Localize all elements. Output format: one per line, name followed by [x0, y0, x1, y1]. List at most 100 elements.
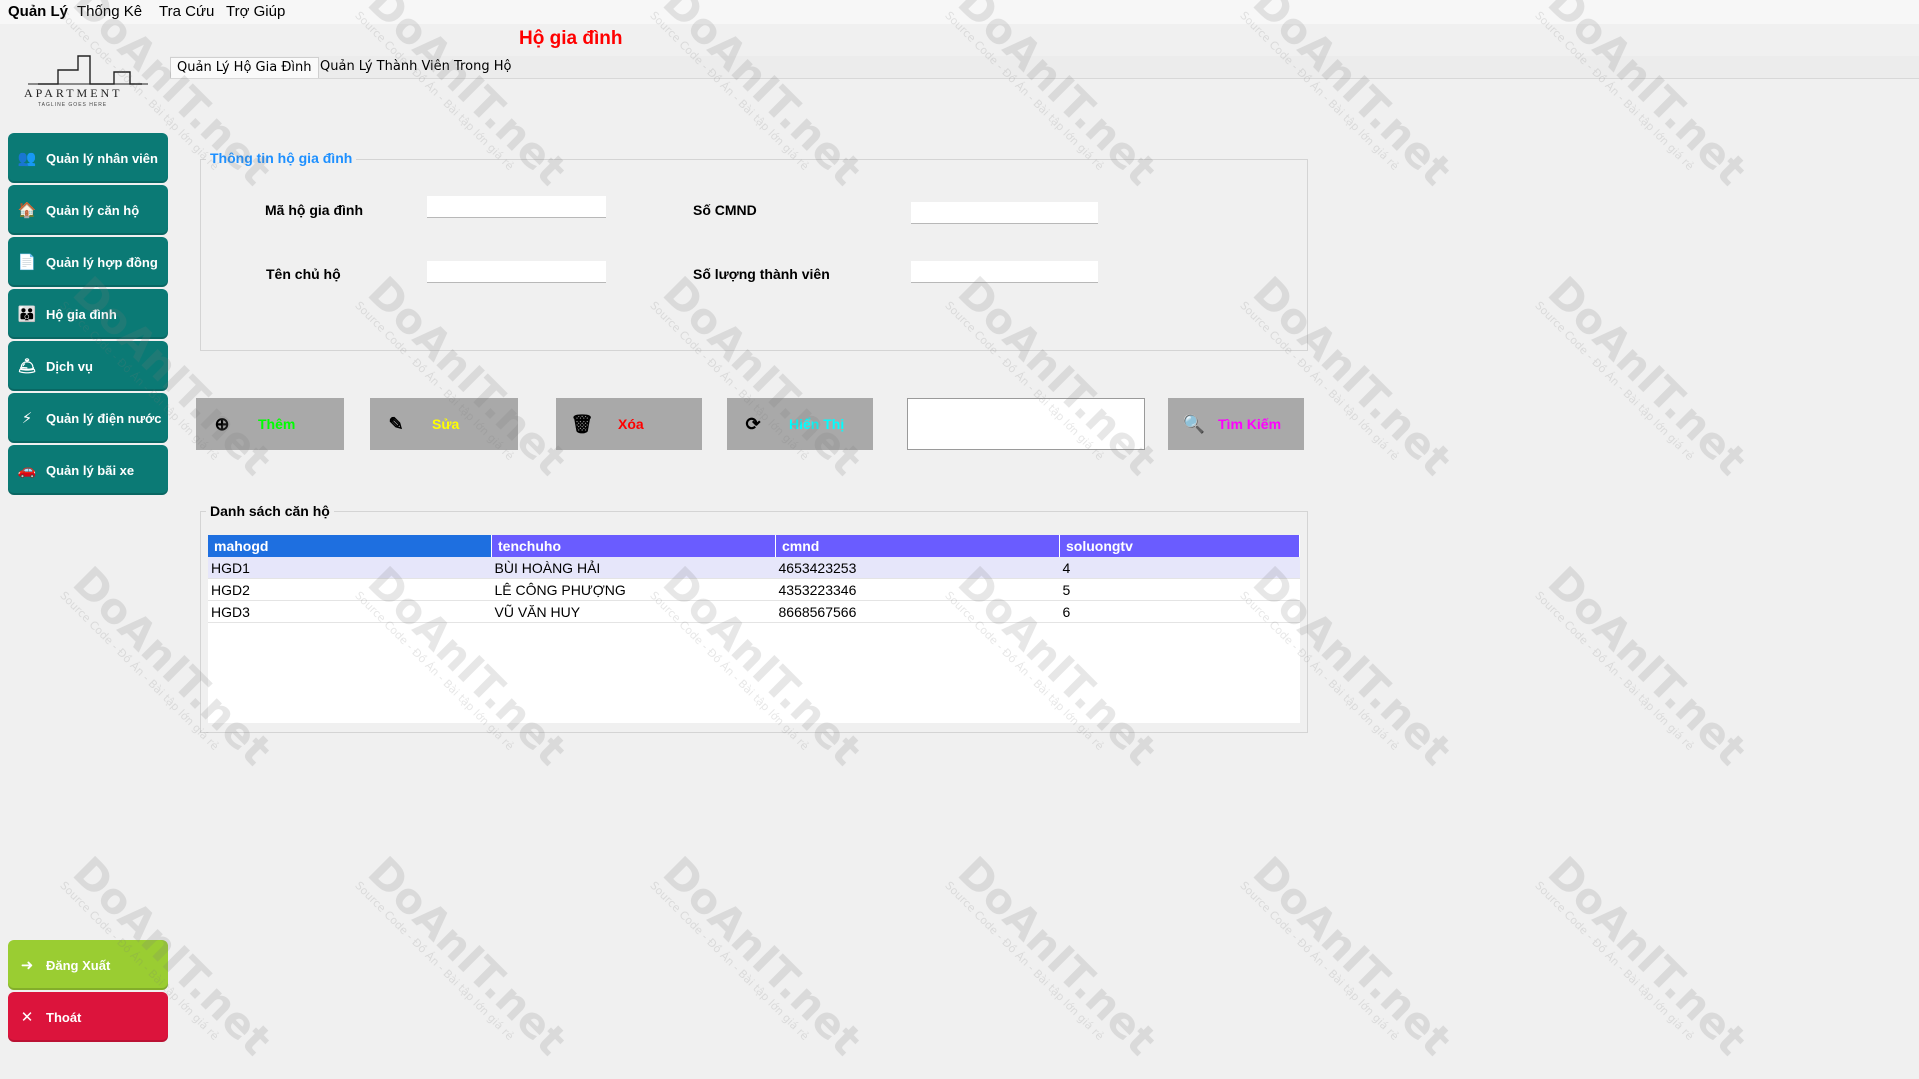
- tab-quan-ly-ho-gia-dinh[interactable]: Quản Lý Hộ Gia Đình: [170, 57, 319, 78]
- watermark-text: DoAnIT.net: [1538, 847, 1757, 1065]
- show-label: Hiển Thị: [789, 416, 845, 432]
- cell-soluongtv: 4: [1059, 557, 1300, 579]
- column-header-cmnd[interactable]: cmnd: [775, 535, 1060, 557]
- watermark-subtext: Source Code - Đồ Án - Bài tập lớn giá rẻ: [1532, 878, 1697, 1043]
- watermark-text: DoAnIT.net: [1538, 557, 1757, 775]
- watermark-subtext: Source Code - Đồ Án - Bài tập lớn giá rẻ: [942, 878, 1107, 1043]
- watermark-subtext: Source Code - Đồ Án - Bài tập lớn giá rẻ: [1532, 8, 1697, 173]
- sidebar-item-nhan-vien[interactable]: 👥 Quản lý nhân viên: [8, 133, 168, 183]
- watermark: DoAnIT.netSource Code - Đồ Án - Bài tập …: [1532, 557, 1756, 781]
- cell-mahogd: HGD2: [208, 578, 492, 601]
- utility-icon: ⚡: [21, 410, 33, 427]
- plus-circle-icon: ⊕: [214, 413, 230, 434]
- watermark: DoAnIT.netSource Code - Đồ Án - Bài tập …: [1237, 847, 1461, 1071]
- search-icon: 🔍: [1182, 413, 1206, 434]
- household-data-grid[interactable]: mahogd tenchuho cmnd soluongtv HGD1 BÙI …: [208, 535, 1300, 723]
- logo-tagline: TAGLINE GOES HERE: [38, 102, 108, 108]
- cmnd-label: Số CMND: [693, 202, 757, 218]
- sidebar-item-ho-gia-dinh[interactable]: 👪 Hộ gia đình: [8, 289, 168, 339]
- watermark: DoAnIT.netSource Code - Đồ Án - Bài tập …: [1532, 267, 1756, 491]
- watermark: DoAnIT.netSource Code - Đồ Án - Bài tập …: [647, 847, 871, 1071]
- cell-mahogd: HGD3: [208, 600, 492, 623]
- sidebar-item-label: Quản lý hợp đồng: [46, 254, 158, 270]
- watermark-text: DoAnIT.net: [948, 847, 1167, 1065]
- table-row[interactable]: HGD3 VŨ VĂN HUY 8668567566 6: [208, 600, 1300, 623]
- table-row[interactable]: HGD1 BÙI HOÀNG HẢI 4653423253 4: [208, 557, 1300, 579]
- tab-quan-ly-thanh-vien[interactable]: Quản Lý Thành Viên Trong Hộ: [314, 57, 517, 77]
- table-row[interactable]: HGD2 LÊ CÔNG PHƯỢNG 4353223346 5: [208, 578, 1300, 601]
- delete-button[interactable]: 🗑 Xóa: [556, 398, 702, 450]
- cell-soluongtv: 6: [1059, 600, 1300, 623]
- table-row-empty: [208, 623, 1300, 645]
- column-header-mahogd[interactable]: mahogd: [208, 535, 492, 557]
- watermark-subtext: Source Code - Đồ Án - Bài tập lớn giá rẻ: [647, 878, 812, 1043]
- sidebar-item-dich-vu[interactable]: 🛎 Dịch vụ: [8, 341, 168, 391]
- apartment-logo: APARTMENT TAGLINE GOES HERE: [18, 50, 158, 112]
- trash-icon: 🗑: [570, 413, 594, 434]
- sidebar-item-hop-dong[interactable]: 📄 Quản lý hợp đồng: [8, 237, 168, 287]
- service-icon: 🛎: [17, 358, 37, 375]
- watermark-subtext: Source Code - Đồ Án - Bài tập lớn giá rẻ: [1237, 878, 1402, 1043]
- add-button[interactable]: ⊕ Thêm: [196, 398, 344, 450]
- parking-icon: 🚗: [17, 462, 37, 479]
- contract-icon: 📄: [17, 254, 37, 271]
- exit-label: Thoát: [46, 1009, 82, 1025]
- sidebar-item-label: Quản lý nhân viên: [46, 150, 158, 166]
- ten-chu-ho-label: Tên chủ hộ: [266, 266, 341, 282]
- watermark-subtext: Source Code - Đồ Án - Bài tập lớn giá rẻ: [1532, 588, 1697, 753]
- sidebar-item-bai-xe[interactable]: 🚗 Quản lý bãi xe: [8, 445, 168, 495]
- watermark-text: DoAnIT.net: [1538, 267, 1757, 485]
- watermark-subtext: Source Code - Đồ Án - Bài tập lớn giá rẻ: [1532, 298, 1697, 463]
- page-title: Hộ gia đình: [519, 28, 623, 49]
- menu-quan-ly[interactable]: Quản Lý: [4, 0, 72, 24]
- menu-thong-ke[interactable]: Thống Kê: [73, 0, 146, 24]
- column-header-soluongtv[interactable]: soluongtv: [1059, 535, 1300, 557]
- ma-ho-label: Mã hộ gia đình: [265, 202, 363, 218]
- logout-button[interactable]: ➜ Đăng Xuất: [8, 940, 168, 990]
- refresh-icon: ⟳: [745, 413, 761, 434]
- watermark: DoAnIT.netSource Code - Đồ Án - Bài tập …: [352, 847, 576, 1071]
- watermark-text: DoAnIT.net: [358, 847, 577, 1065]
- so-luong-label: Số lượng thành viên: [693, 266, 830, 282]
- sidebar-item-can-ho[interactable]: 🏠 Quản lý căn hộ: [8, 185, 168, 235]
- watermark-text: DoAnIT.net: [1243, 847, 1462, 1065]
- watermark: DoAnIT.netSource Code - Đồ Án - Bài tập …: [1532, 0, 1756, 201]
- sidebar-item-label: Quản lý điện nước: [46, 410, 162, 426]
- cell-cmnd: 4653423253: [775, 557, 1060, 579]
- search-input[interactable]: [907, 398, 1145, 450]
- sidebar-item-label: Hộ gia đình: [46, 306, 117, 322]
- menu-tro-giup[interactable]: Trợ Giúp: [222, 0, 289, 24]
- watermark-subtext: Source Code - Đồ Án - Bài tập lớn giá rẻ: [352, 878, 517, 1043]
- sidebar-item-label: Quản lý căn hộ: [46, 202, 140, 218]
- watermark: DoAnIT.netSource Code - Đồ Án - Bài tập …: [1532, 847, 1756, 1071]
- cell-tenchuho: VŨ VĂN HUY: [491, 600, 776, 623]
- search-button[interactable]: 🔍 Tìm Kiếm: [1168, 398, 1304, 450]
- menu-tra-cuu[interactable]: Tra Cứu: [155, 0, 218, 24]
- cmnd-input[interactable]: [911, 202, 1098, 224]
- exit-button[interactable]: ✕ Thoát: [8, 992, 168, 1042]
- show-button[interactable]: ⟳ Hiển Thị: [727, 398, 873, 450]
- ma-ho-input[interactable]: [427, 196, 606, 218]
- edit-button[interactable]: ✎ Sửa: [370, 398, 518, 450]
- household-info-group: [200, 159, 1308, 351]
- logo-text: APARTMENT: [24, 86, 123, 100]
- building-logo-icon: [28, 55, 148, 85]
- cell-cmnd: 4353223346: [775, 578, 1060, 601]
- watermark-text: DoAnIT.net: [1538, 0, 1757, 195]
- so-luong-input[interactable]: [911, 261, 1098, 283]
- household-info-legend: Thông tin hộ gia đình: [206, 150, 357, 166]
- cell-tenchuho: BÙI HOÀNG HẢI: [491, 557, 776, 579]
- cell-cmnd: 8668567566: [775, 600, 1060, 623]
- cell-mahogd: HGD1: [208, 557, 492, 579]
- sidebar-item-dien-nuoc[interactable]: ⚡ Quản lý điện nước: [8, 393, 168, 443]
- watermark: DoAnIT.netSource Code - Đồ Án - Bài tập …: [942, 847, 1166, 1071]
- cell-soluongtv: 5: [1059, 578, 1300, 601]
- edit-label: Sửa: [432, 416, 460, 432]
- column-header-tenchuho[interactable]: tenchuho: [491, 535, 776, 557]
- ten-chu-ho-input[interactable]: [427, 261, 606, 283]
- apartment-list-legend: Danh sách căn hộ: [206, 503, 334, 519]
- logout-icon: ➜: [20, 957, 34, 974]
- add-label: Thêm: [258, 416, 296, 432]
- cell-tenchuho: LÊ CÔNG PHƯỢNG: [491, 578, 776, 601]
- house-icon: 🏠: [17, 202, 37, 219]
